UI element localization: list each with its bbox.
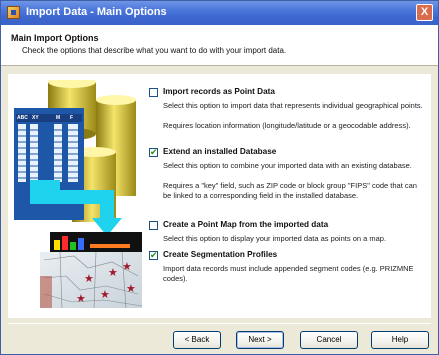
table-col-label: XY — [32, 115, 39, 121]
option-label[interactable]: Extend an installed Database — [163, 147, 276, 156]
table-col-label: ABC — [17, 115, 28, 121]
import-illustration: ★ ★ ★ ★ ★ ★ ABC XY M F — [14, 80, 142, 308]
option-label[interactable]: Import records as Point Data — [163, 87, 275, 96]
option-requirement: Requires a "key" field, such as ZIP code… — [163, 181, 417, 200]
help-button[interactable]: Help — [371, 331, 429, 349]
back-button[interactable]: < Back — [173, 331, 221, 349]
option-description: Select this option to combine your impor… — [163, 161, 412, 170]
next-button[interactable]: Next > — [236, 331, 284, 349]
cancel-button[interactable]: Cancel — [300, 331, 358, 349]
dialog-header: Main Import Options Check the options th… — [1, 25, 438, 66]
extend-database-checkbox[interactable] — [149, 147, 158, 158]
options-panel: ★ ★ ★ ★ ★ ★ ABC XY M F Import records as… — [8, 74, 431, 318]
svg-text:★: ★ — [126, 282, 136, 295]
option-description: Import data records must include appende… — [163, 264, 414, 283]
svg-text:★: ★ — [122, 260, 132, 273]
app-icon — [7, 6, 20, 19]
option-description: Select this option to import data that r… — [163, 101, 423, 110]
option-requirement: Requires location information (longitude… — [163, 121, 411, 130]
table-col-label: M — [56, 115, 61, 121]
window-title: Import Data - Main Options — [26, 6, 167, 18]
option-label[interactable]: Create Segmentation Profiles — [163, 250, 277, 259]
point-map-checkbox[interactable] — [149, 221, 158, 230]
svg-text:★: ★ — [76, 292, 86, 305]
option-label[interactable]: Create a Point Map from the imported dat… — [163, 220, 328, 229]
svg-text:★: ★ — [108, 266, 118, 279]
header-subtitle: Check the options that describe what you… — [22, 46, 287, 55]
svg-text:★: ★ — [84, 272, 94, 285]
svg-text:★: ★ — [100, 288, 110, 301]
segmentation-profiles-checkbox[interactable] — [149, 250, 158, 261]
option-description: Select this option to display your impor… — [163, 234, 387, 243]
point-data-checkbox[interactable] — [149, 88, 158, 97]
table-col-label: F — [70, 115, 74, 121]
header-title: Main Import Options — [11, 33, 99, 43]
close-button[interactable]: X — [416, 4, 433, 21]
title-bar[interactable]: Import Data - Main Options X — [1, 1, 438, 25]
import-data-dialog: Import Data - Main Options X Main Import… — [0, 0, 439, 355]
footer-divider — [8, 323, 431, 324]
